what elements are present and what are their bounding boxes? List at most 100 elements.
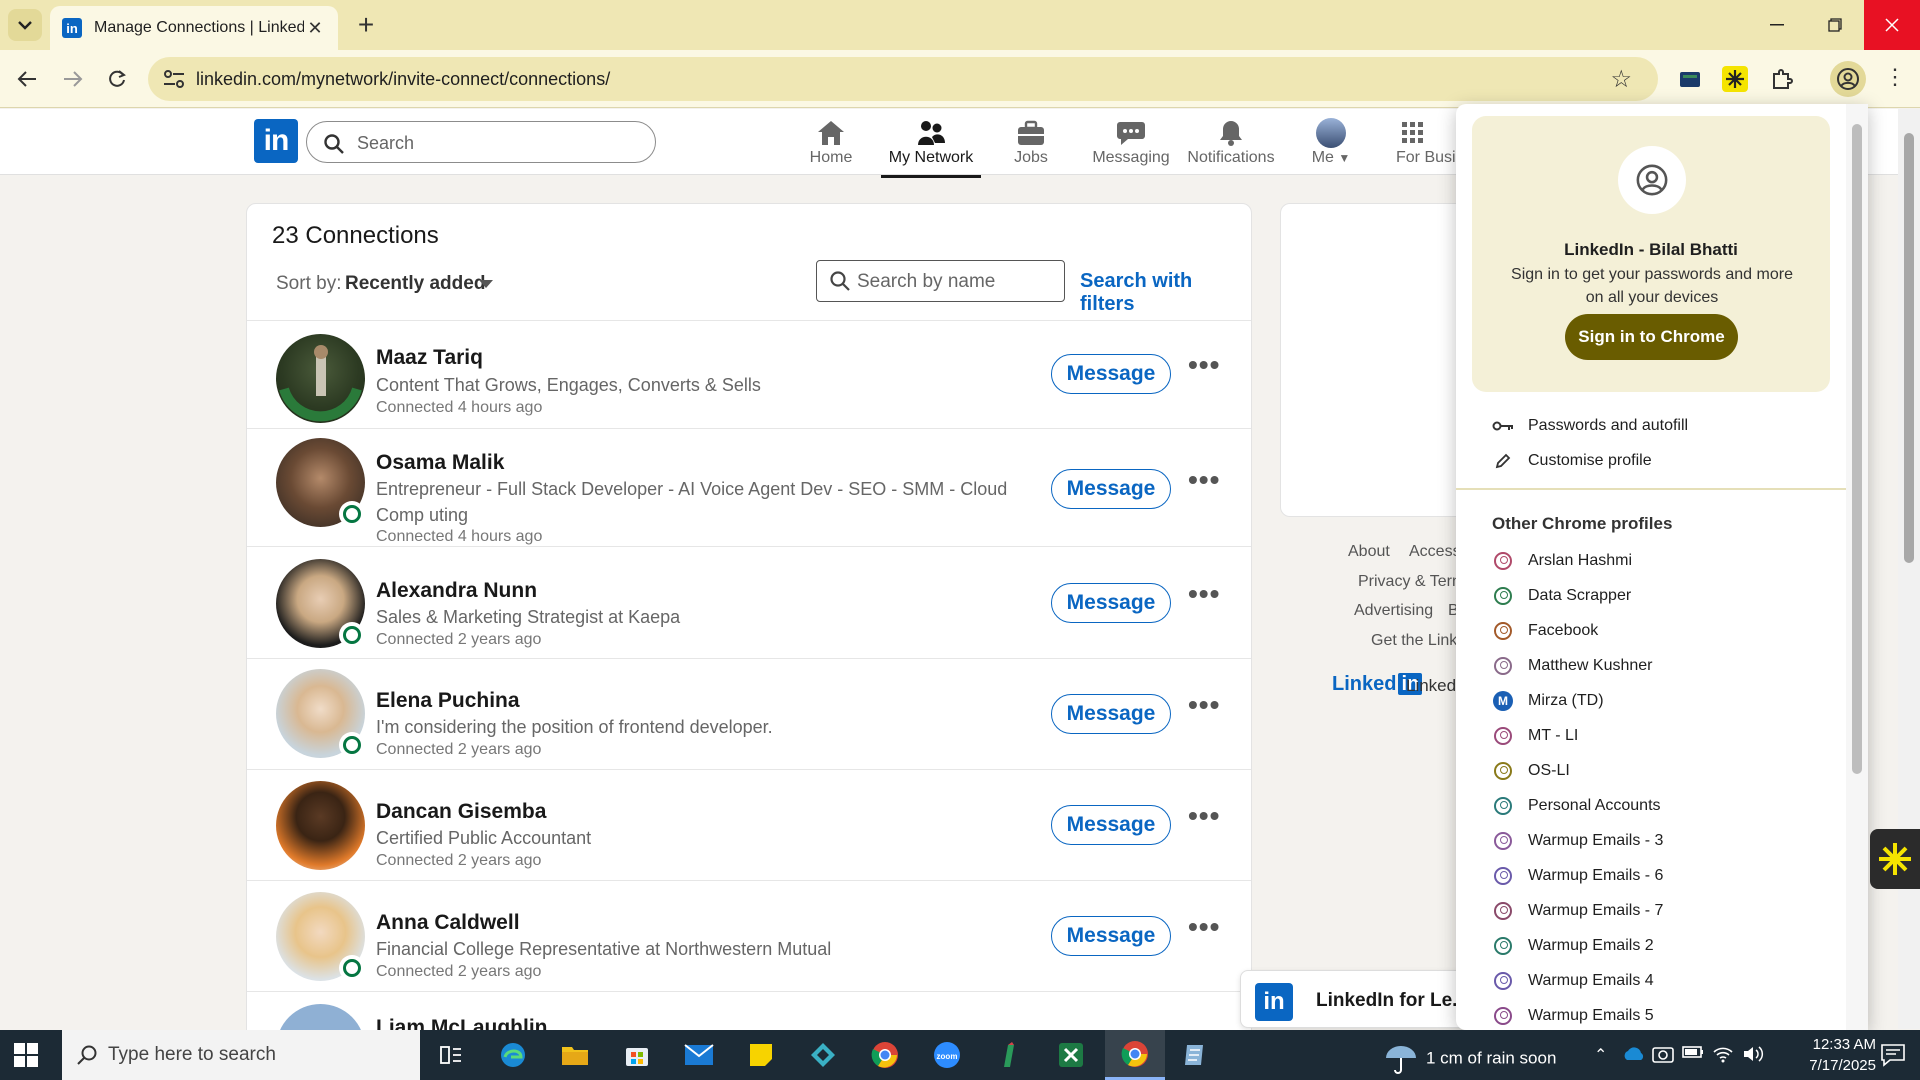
- tab-linkedin[interactable]: in Manage Connections | LinkedIn ✕: [50, 6, 338, 50]
- extensions-puzzle-icon[interactable]: [1767, 64, 1797, 94]
- app-diamond-icon[interactable]: [806, 1039, 840, 1071]
- url-text[interactable]: linkedin.com/mynetwork/invite-connect/co…: [196, 69, 610, 90]
- profile-item-os-li[interactable]: OS-LI: [1492, 757, 1570, 785]
- footer-link-privacy[interactable]: Privacy & Term: [1358, 573, 1465, 591]
- profile-item-arslan-hashmi[interactable]: Arslan Hashmi: [1492, 547, 1632, 575]
- more-options-icon[interactable]: •••: [1188, 464, 1220, 496]
- sort-dropdown[interactable]: Recently added: [345, 273, 485, 295]
- person-name[interactable]: Alexandra Nunn: [376, 579, 537, 603]
- sidebar-extension-icon[interactable]: [1870, 829, 1920, 889]
- notification-center-icon[interactable]: [1880, 1043, 1906, 1072]
- chrome-icon[interactable]: [868, 1039, 902, 1071]
- message-button[interactable]: Message: [1051, 583, 1171, 623]
- mail-icon[interactable]: [682, 1039, 716, 1071]
- profile-item-mirza[interactable]: M Mirza (TD): [1492, 687, 1604, 715]
- message-button[interactable]: Message: [1051, 694, 1171, 734]
- extension-wallet-icon[interactable]: [1675, 64, 1705, 94]
- chevron-up-icon[interactable]: ⌃: [1594, 1045, 1607, 1065]
- more-options-icon[interactable]: •••: [1188, 800, 1220, 832]
- nav-for-business[interactable]: For Busin: [1381, 117, 1464, 167]
- onedrive-icon[interactable]: [1622, 1045, 1646, 1066]
- more-options-icon[interactable]: •••: [1188, 578, 1220, 610]
- profile-item-warmup-2[interactable]: Warmup Emails 2: [1492, 932, 1654, 960]
- customise-profile-item[interactable]: Customise profile: [1492, 447, 1652, 475]
- person-name[interactable]: Osama Malik: [376, 451, 504, 475]
- tab-search-button[interactable]: [8, 9, 42, 41]
- store-icon[interactable]: [620, 1039, 654, 1071]
- battery-icon[interactable]: [1682, 1045, 1704, 1064]
- footer-link-about[interactable]: About: [1348, 543, 1390, 561]
- menu-scrollbar[interactable]: [1846, 104, 1868, 1030]
- pen-app-icon[interactable]: [992, 1039, 1026, 1071]
- scrollbar-thumb[interactable]: [1852, 124, 1862, 774]
- person-name[interactable]: Elena Puchina: [376, 689, 520, 713]
- search-by-name-input[interactable]: Search by name: [816, 260, 1065, 302]
- caret-down-icon[interactable]: [479, 280, 493, 288]
- message-button[interactable]: Message: [1051, 354, 1171, 394]
- minimize-button[interactable]: [1748, 0, 1806, 50]
- message-button[interactable]: Message: [1051, 805, 1171, 845]
- profile-item-warmup-7[interactable]: Warmup Emails - 7: [1492, 897, 1663, 925]
- extension-asterisk-icon[interactable]: [1720, 64, 1750, 94]
- sign-in-to-chrome-button[interactable]: Sign in to Chrome: [1565, 314, 1738, 360]
- wifi-icon[interactable]: [1712, 1045, 1734, 1068]
- volume-icon[interactable]: [1742, 1045, 1764, 1068]
- chrome-active-icon[interactable]: [1105, 1030, 1165, 1080]
- chrome-menu-icon[interactable]: ⋮: [1884, 64, 1906, 90]
- chrome-profile-button[interactable]: [1830, 61, 1866, 97]
- close-window-button[interactable]: [1864, 0, 1920, 50]
- search-with-filters-link[interactable]: Search with filters: [1080, 270, 1251, 316]
- avatar[interactable]: [276, 781, 365, 870]
- page-scrollbar[interactable]: [1898, 109, 1920, 1029]
- back-button[interactable]: [10, 62, 44, 96]
- notes-app-icon[interactable]: [1178, 1039, 1212, 1071]
- more-options-icon[interactable]: •••: [1188, 349, 1220, 381]
- linkedin-search[interactable]: Search: [306, 121, 656, 163]
- profile-item-facebook[interactable]: Facebook: [1492, 617, 1598, 645]
- new-tab-button[interactable]: +: [350, 10, 382, 42]
- taskbar-search[interactable]: Type here to search: [62, 1030, 420, 1080]
- more-options-icon[interactable]: •••: [1188, 689, 1220, 721]
- nav-notifications[interactable]: Notifications: [1181, 117, 1281, 167]
- profile-item-warmup-3[interactable]: Warmup Emails - 3: [1492, 827, 1663, 855]
- task-view-icon[interactable]: [434, 1039, 468, 1071]
- avatar[interactable]: [276, 334, 365, 423]
- file-explorer-icon[interactable]: [558, 1039, 592, 1071]
- nav-my-network[interactable]: My Network: [881, 117, 981, 178]
- weather-widget[interactable]: 1 cm of rain soon: [1384, 1044, 1556, 1074]
- nav-messaging[interactable]: Messaging: [1081, 117, 1181, 167]
- message-button[interactable]: Message: [1051, 469, 1171, 509]
- more-options-icon[interactable]: •••: [1188, 911, 1220, 943]
- zoom-icon[interactable]: zoom: [930, 1039, 964, 1071]
- person-name[interactable]: Anna Caldwell: [376, 911, 520, 935]
- restore-button[interactable]: [1806, 0, 1864, 50]
- bookmark-star-icon[interactable]: ☆: [1610, 65, 1632, 94]
- forward-button[interactable]: [56, 62, 90, 96]
- site-info-icon[interactable]: [162, 68, 186, 90]
- windows-start-icon[interactable]: [14, 1043, 38, 1072]
- profile-item-warmup-6[interactable]: Warmup Emails - 6: [1492, 862, 1663, 890]
- message-button[interactable]: Message: [1051, 916, 1171, 956]
- excel-icon[interactable]: [1054, 1039, 1088, 1071]
- close-tab-icon[interactable]: ✕: [304, 18, 326, 39]
- nav-jobs[interactable]: Jobs: [981, 117, 1081, 167]
- passwords-autofill-item[interactable]: Passwords and autofill: [1492, 412, 1688, 440]
- linkedin-logo[interactable]: in: [254, 119, 298, 163]
- profile-item-mt-li[interactable]: MT - LI: [1492, 722, 1578, 750]
- footer-link-advertising[interactable]: Advertising: [1354, 602, 1433, 620]
- person-name[interactable]: Maaz Tariq: [376, 346, 483, 370]
- profile-item-warmup-4[interactable]: Warmup Emails 4: [1492, 967, 1654, 995]
- profile-item-data-scrapper[interactable]: Data Scrapper: [1492, 582, 1631, 610]
- linkedin-learning-toast[interactable]: in LinkedIn for Le...: [1240, 970, 1480, 1028]
- edge-icon[interactable]: [496, 1039, 530, 1071]
- reload-button[interactable]: [100, 62, 134, 96]
- nav-me[interactable]: Me ▼: [1281, 117, 1381, 167]
- profile-item-matthew-kushner[interactable]: Matthew Kushner: [1492, 652, 1653, 680]
- profile-item-warmup-5[interactable]: Warmup Emails 5: [1492, 1002, 1654, 1030]
- system-clock[interactable]: 12:33 AM 7/17/2025: [1780, 1034, 1876, 1076]
- sticky-notes-icon[interactable]: [744, 1039, 778, 1071]
- nav-home[interactable]: Home: [781, 117, 881, 167]
- profile-item-personal-accounts[interactable]: Personal Accounts: [1492, 792, 1661, 820]
- footer-link-get-app[interactable]: Get the Linke: [1371, 632, 1466, 650]
- camera-icon[interactable]: [1652, 1045, 1674, 1068]
